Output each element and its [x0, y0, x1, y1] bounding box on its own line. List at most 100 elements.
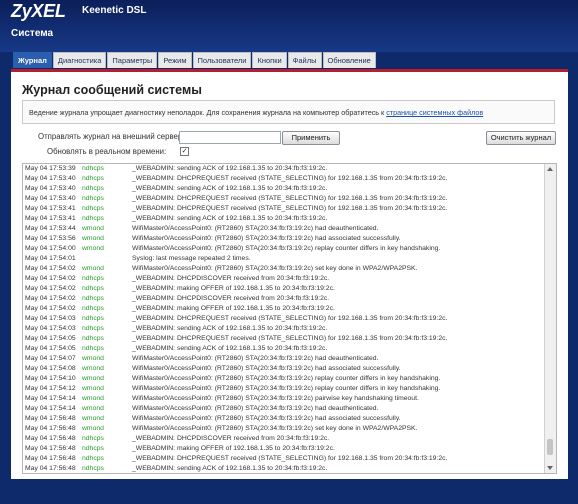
log-entry: May 04 17:53:39 ndhcps _WEBADMIN: sending … [23, 164, 543, 174]
clear-log-button[interactable]: Очистить журнал [486, 131, 556, 145]
log-process: wmond [82, 265, 104, 272]
log-entry: May 04 17:56:48 wmond WifiMaster0/AccessPo… [23, 424, 543, 434]
log-entry: May 04 17:54:00 wmond WifiMaster0/AccessPo… [23, 244, 543, 254]
section-title: Система [11, 28, 54, 39]
log-timestamp: May 04 17:54:00 [25, 245, 76, 252]
log-timestamp: May 04 17:56:48 [25, 445, 76, 452]
log-timestamp: May 04 17:56:48 [25, 435, 76, 442]
log-entry: May 04 17:54:10 wmond WifiMaster0/AccessPo… [23, 374, 543, 384]
log-process: ndhcps [82, 165, 104, 172]
log-entry: May 04 17:54:03 ndhcps _WEBADMIN: DHCPREQU… [23, 314, 543, 324]
log-entry: May 04 17:54:12 wmond WifiMaster0/AccessPo… [23, 384, 543, 394]
tab-update[interactable]: Обновление [322, 52, 376, 68]
log-entry: May 04 17:54:01 Syslog: last message repe… [23, 254, 543, 264]
log-entry: May 04 17:54:02 wmond WifiMaster0/AccessPo… [23, 264, 543, 274]
log-process: ndhcps [82, 315, 104, 322]
log-timestamp: May 04 17:54:14 [25, 405, 76, 412]
log-timestamp: May 04 17:56:48 [25, 455, 76, 462]
tab-log[interactable]: Журнал [13, 52, 52, 68]
log-process: ndhcps [82, 195, 104, 202]
log-timestamp: May 04 17:53:44 [25, 225, 76, 232]
log-process: ndhcps [82, 345, 104, 352]
log-process: ndhcps [82, 175, 104, 182]
log-message: WifiMaster0/AccessPoint0: (RT2860) STA(2… [132, 235, 401, 242]
log-process: ndhcps [82, 205, 104, 212]
apply-button[interactable]: Применить [282, 131, 340, 145]
tab-mode[interactable]: Режим [158, 52, 192, 68]
log-entry: May 04 17:54:07 wmond WifiMaster0/AccessPo… [23, 354, 543, 364]
log-process: ndhcps [82, 325, 104, 332]
log-process: ndhcps [82, 435, 104, 442]
tab-buttons[interactable]: Кнопки [252, 52, 287, 68]
log-entry: May 04 17:53:56 wmond WifiMaster0/AccessPo… [23, 234, 543, 244]
log-process: wmond [82, 365, 104, 372]
log-message: _WEBADMIN: making OFFER of 192.168.1.35 … [132, 285, 335, 292]
log-process: ndhcps [82, 275, 104, 282]
log-message: _WEBADMIN: DHCPREQUEST received (STATE_S… [132, 175, 448, 182]
top-header: ZyXEL Keenetic DSL Система [0, 0, 578, 52]
log-message: WifiMaster0/AccessPoint0: (RT2860) STA(2… [132, 415, 401, 422]
log-entry: May 04 17:53:44 wmond WifiMaster0/AccessPo… [23, 224, 543, 234]
log-message: _WEBADMIN: sending ACK of 192.168.1.35 t… [132, 325, 328, 332]
scroll-thumb[interactable] [547, 439, 553, 455]
scroll-down-icon[interactable] [547, 466, 553, 470]
log-process: wmond [82, 355, 104, 362]
log-message: Syslog: last message repeated 2 times. [132, 255, 251, 262]
tab-files[interactable]: Файлы [287, 52, 322, 68]
log-entry: May 04 17:56:48 wmond WifiMaster0/AccessPo… [23, 414, 543, 424]
log-message: _WEBADMIN: making OFFER of 192.168.1.35 … [132, 445, 335, 452]
log-timestamp: May 04 17:54:01 [25, 255, 76, 262]
log-message: _WEBADMIN: DHCPDISCOVER received from 20… [132, 435, 330, 442]
log-process: wmond [82, 225, 104, 232]
info-text: Ведение журнала упрощает диагностику неп… [29, 108, 387, 117]
log-timestamp: May 04 17:54:02 [25, 285, 76, 292]
log-timestamp: May 04 17:54:02 [25, 275, 76, 282]
log-timestamp: May 04 17:53:40 [25, 185, 76, 192]
log-message: WifiMaster0/AccessPoint0: (RT2860) STA(2… [132, 265, 418, 272]
log-process: ndhcps [82, 465, 104, 472]
log-panel: Журнал сообщений системы Ведение журнала… [11, 69, 568, 479]
log-entry: May 04 17:53:40 ndhcps _WEBADMIN: sending … [23, 184, 543, 194]
system-files-link[interactable]: странице системных файлов [386, 108, 483, 117]
log-timestamp: May 04 17:54:03 [25, 325, 76, 332]
log-message: _WEBADMIN: DHCPDISCOVER received from 20… [132, 275, 330, 282]
log-timestamp: May 04 17:54:07 [25, 355, 76, 362]
log-message: WifiMaster0/AccessPoint0: (RT2860) STA(2… [132, 405, 379, 412]
log-timestamp: May 04 17:53:41 [25, 215, 76, 222]
log-process: wmond [82, 415, 104, 422]
tab-diagnostics[interactable]: Диагностика [52, 52, 107, 68]
log-scrollbar[interactable] [544, 164, 556, 473]
log-message: WifiMaster0/AccessPoint0: (RT2860) STA(2… [132, 225, 379, 232]
log-process: wmond [82, 235, 104, 242]
tab-parameters[interactable]: Параметры [107, 52, 158, 68]
log-timestamp: May 04 17:53:56 [25, 235, 76, 242]
log-timestamp: May 04 17:54:08 [25, 365, 76, 372]
log-entry: May 04 17:54:02 ndhcps _WEBADMIN: DHCPDISC… [23, 274, 543, 284]
log-entry: May 04 17:54:05 ndhcps _WEBADMIN: DHCPREQU… [23, 334, 543, 344]
log-process: ndhcps [82, 445, 104, 452]
log-list[interactable]: May 04 17:53:39 ndhcps _WEBADMIN: sending … [22, 163, 557, 474]
log-entry: May 04 17:56:48 ndhcps _WEBADMIN: DHCPREQU… [23, 454, 543, 464]
remote-server-label: Отправлять журнал на внешний сервер: [38, 132, 185, 141]
log-timestamp: May 04 17:54:03 [25, 315, 76, 322]
scroll-up-icon[interactable] [547, 167, 553, 171]
log-message: _WEBADMIN: DHCPREQUEST received (STATE_S… [132, 455, 448, 462]
log-timestamp: May 04 17:54:02 [25, 265, 76, 272]
log-entry: May 04 17:54:02 ndhcps _WEBADMIN: making O… [23, 304, 543, 314]
log-timestamp: May 04 17:53:40 [25, 175, 76, 182]
log-process: wmond [82, 385, 104, 392]
log-entry: May 04 17:54:02 ndhcps _WEBADMIN: making O… [23, 284, 543, 294]
log-timestamp: May 04 17:56:48 [25, 465, 76, 472]
log-process: wmond [82, 405, 104, 412]
log-message: _WEBADMIN: sending ACK of 192.168.1.35 t… [132, 215, 328, 222]
log-message: WifiMaster0/AccessPoint0: (RT2860) STA(2… [132, 355, 379, 362]
log-message: _WEBADMIN: sending ACK of 192.168.1.35 t… [132, 185, 328, 192]
realtime-checkbox[interactable]: ✓ [180, 147, 189, 156]
log-message: WifiMaster0/AccessPoint0: (RT2860) STA(2… [132, 245, 441, 252]
tab-users[interactable]: Пользователи [192, 52, 252, 68]
log-entry: May 04 17:54:14 wmond WifiMaster0/AccessPo… [23, 394, 543, 404]
remote-server-input[interactable] [179, 131, 281, 144]
log-entry: May 04 17:54:03 ndhcps _WEBADMIN: sending … [23, 324, 543, 334]
log-timestamp: May 04 17:54:02 [25, 305, 76, 312]
log-message: WifiMaster0/AccessPoint0: (RT2860) STA(2… [132, 385, 441, 392]
